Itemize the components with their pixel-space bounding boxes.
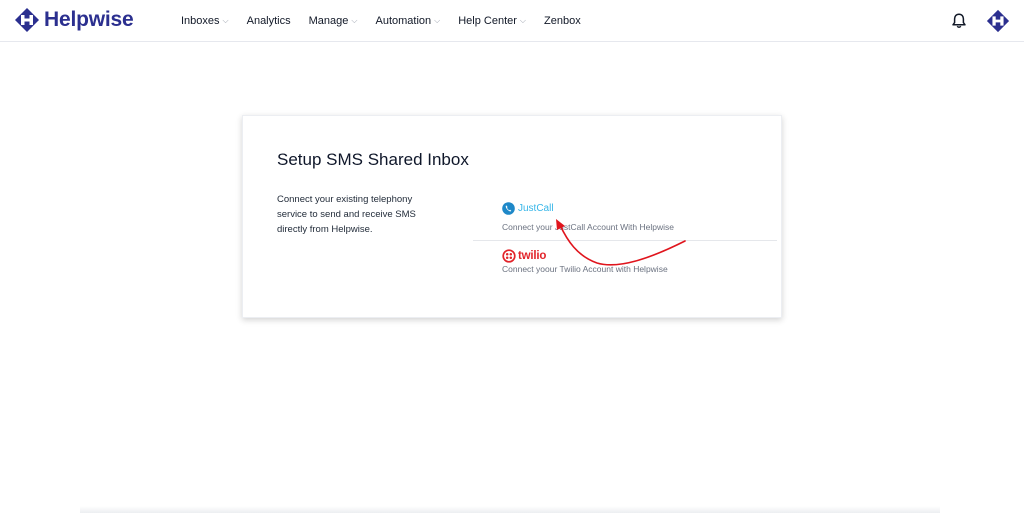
main-nav: Inboxes ⌵ Analytics Manage ⌵ Automation … xyxy=(181,0,599,42)
nav-item-manage[interactable]: Manage ⌵ xyxy=(309,15,358,27)
helpwise-logo-icon xyxy=(15,8,39,32)
brand[interactable]: Helpwise xyxy=(14,7,134,33)
nav-item-label: Manage xyxy=(308,15,349,27)
justcall-logo: JustCall xyxy=(502,202,554,215)
nav-item-inboxes[interactable]: Inboxes ⌵ xyxy=(181,15,229,27)
top-navigation-bar: Helpwise Inboxes ⌵ Analytics Manage ⌵ Au… xyxy=(0,0,1024,42)
twilio-option[interactable]: twilio Connect yoour Twilio Account with… xyxy=(502,249,772,279)
divider xyxy=(473,240,777,241)
nav-item-label: Automation xyxy=(375,15,432,27)
justcall-description: Connect your JustCall Account With Helpw… xyxy=(502,222,674,232)
nav-item-label: Zenbox xyxy=(544,15,581,27)
chevron-down-icon: ⌵ xyxy=(519,16,526,25)
twilio-icon xyxy=(502,249,516,263)
card-description: Connect your existing telephony service … xyxy=(277,194,416,235)
twilio-description: Connect yoour Twilio Account with Helpwi… xyxy=(502,264,668,274)
bell-icon[interactable] xyxy=(950,12,968,30)
chevron-down-icon: ⌵ xyxy=(222,16,229,25)
nav-item-help-center[interactable]: Help Center ⌵ xyxy=(458,15,526,27)
nav-item-automation[interactable]: Automation ⌵ xyxy=(375,15,440,27)
nav-item-zenbox[interactable]: Zenbox xyxy=(544,15,581,27)
chevron-down-icon: ⌵ xyxy=(351,16,358,25)
justcall-name: JustCall xyxy=(518,203,554,214)
nav-item-label: Analytics xyxy=(246,15,291,27)
nav-item-label: Help Center xyxy=(458,15,517,27)
setup-sms-card: Setup SMS Shared Inbox Connect your exis… xyxy=(242,115,782,318)
bottom-shadow xyxy=(80,506,940,513)
avatar[interactable] xyxy=(986,9,1010,33)
justcall-phone-icon xyxy=(502,202,515,215)
chevron-down-icon: ⌵ xyxy=(434,16,441,25)
justcall-option[interactable]: JustCall Connect your JustCall Account W… xyxy=(502,202,772,238)
nav-item-analytics[interactable]: Analytics xyxy=(247,15,291,27)
brand-name: Helpwise xyxy=(44,8,134,31)
page-title: Setup SMS Shared Inbox xyxy=(277,150,469,169)
twilio-name: twilio xyxy=(518,250,547,262)
nav-item-label: Inboxes xyxy=(181,15,220,27)
twilio-logo: twilio xyxy=(502,249,546,263)
